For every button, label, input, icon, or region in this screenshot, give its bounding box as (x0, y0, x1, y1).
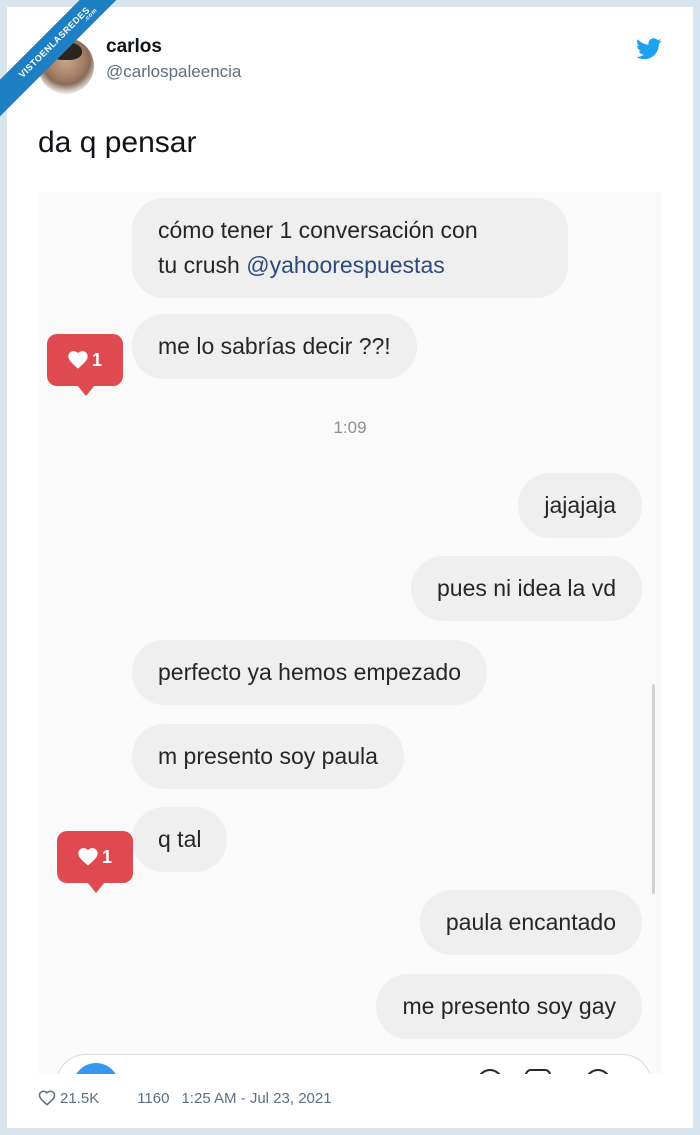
message-bubble: pues ni idea la vd (410, 556, 642, 621)
message-bubble: paula encantado (419, 890, 642, 955)
like-badge: 1 (47, 334, 123, 396)
message-text: me presento soy gay (402, 993, 616, 1019)
microphone-icon[interactable] (477, 1069, 503, 1074)
watermark-text: VISTOENLASREDES (16, 4, 92, 80)
message-text: me lo sabrías decir ??! (158, 333, 391, 359)
message-text: perfecto ya hemos empezado (158, 659, 462, 685)
mention-link[interactable]: @yahoorespuestas (246, 252, 445, 278)
message-text: jajajaja (544, 492, 616, 518)
message-bubble: q tal (132, 807, 228, 872)
heart-icon (68, 351, 88, 369)
message-bubble: me lo sabrías decir ??! (132, 314, 417, 379)
message-text: tu crush (158, 252, 247, 278)
camera-icon[interactable] (73, 1063, 119, 1074)
heart-icon[interactable] (38, 1089, 56, 1107)
sticker-icon[interactable] (585, 1069, 611, 1074)
message-bubble: jajajaja (518, 473, 642, 538)
message-text: paula encantado (445, 909, 616, 935)
chat-timestamp: 1:09 (333, 418, 367, 437)
heart-icon (78, 848, 98, 866)
message-text: q tal (158, 826, 202, 852)
watermark: VISTOENLASREDES .com (0, 0, 130, 130)
likes-count[interactable]: 21.5K (60, 1090, 99, 1107)
like-count: 1 (101, 846, 112, 867)
message-text: cómo tener 1 conversación con (158, 217, 478, 243)
message-bubble: perfecto ya hemos empezado (132, 640, 488, 705)
tweet-datetime[interactable]: 1:25 AM - Jul 23, 2021 (181, 1090, 331, 1107)
chat-screenshot: cómo tener 1 conversación con tu crush @y… (38, 192, 662, 1074)
message-bubble: cómo tener 1 conversación con tu crush @y… (132, 198, 568, 298)
scrollbar[interactable] (652, 684, 655, 894)
watermark-ribbon: VISTOENLASREDES .com (0, 0, 130, 120)
message-text: m presento soy paula (158, 743, 378, 769)
twitter-bird-icon[interactable] (636, 38, 662, 60)
message-bubble: me presento soy gay (376, 974, 642, 1039)
tweet-stats: 21.5K 1160 1:25 AM - Jul 23, 2021 (38, 1089, 332, 1107)
tweet-text: da q pensar (38, 126, 197, 159)
retweets-count[interactable]: 1160 (137, 1090, 169, 1107)
image-icon[interactable] (525, 1069, 551, 1074)
like-count: 1 (91, 349, 102, 370)
message-composer[interactable] (56, 1054, 652, 1074)
like-badge: 1 (57, 831, 133, 893)
message-text: pues ni idea la vd (436, 575, 616, 601)
message-bubble: m presento soy paula (132, 724, 404, 789)
